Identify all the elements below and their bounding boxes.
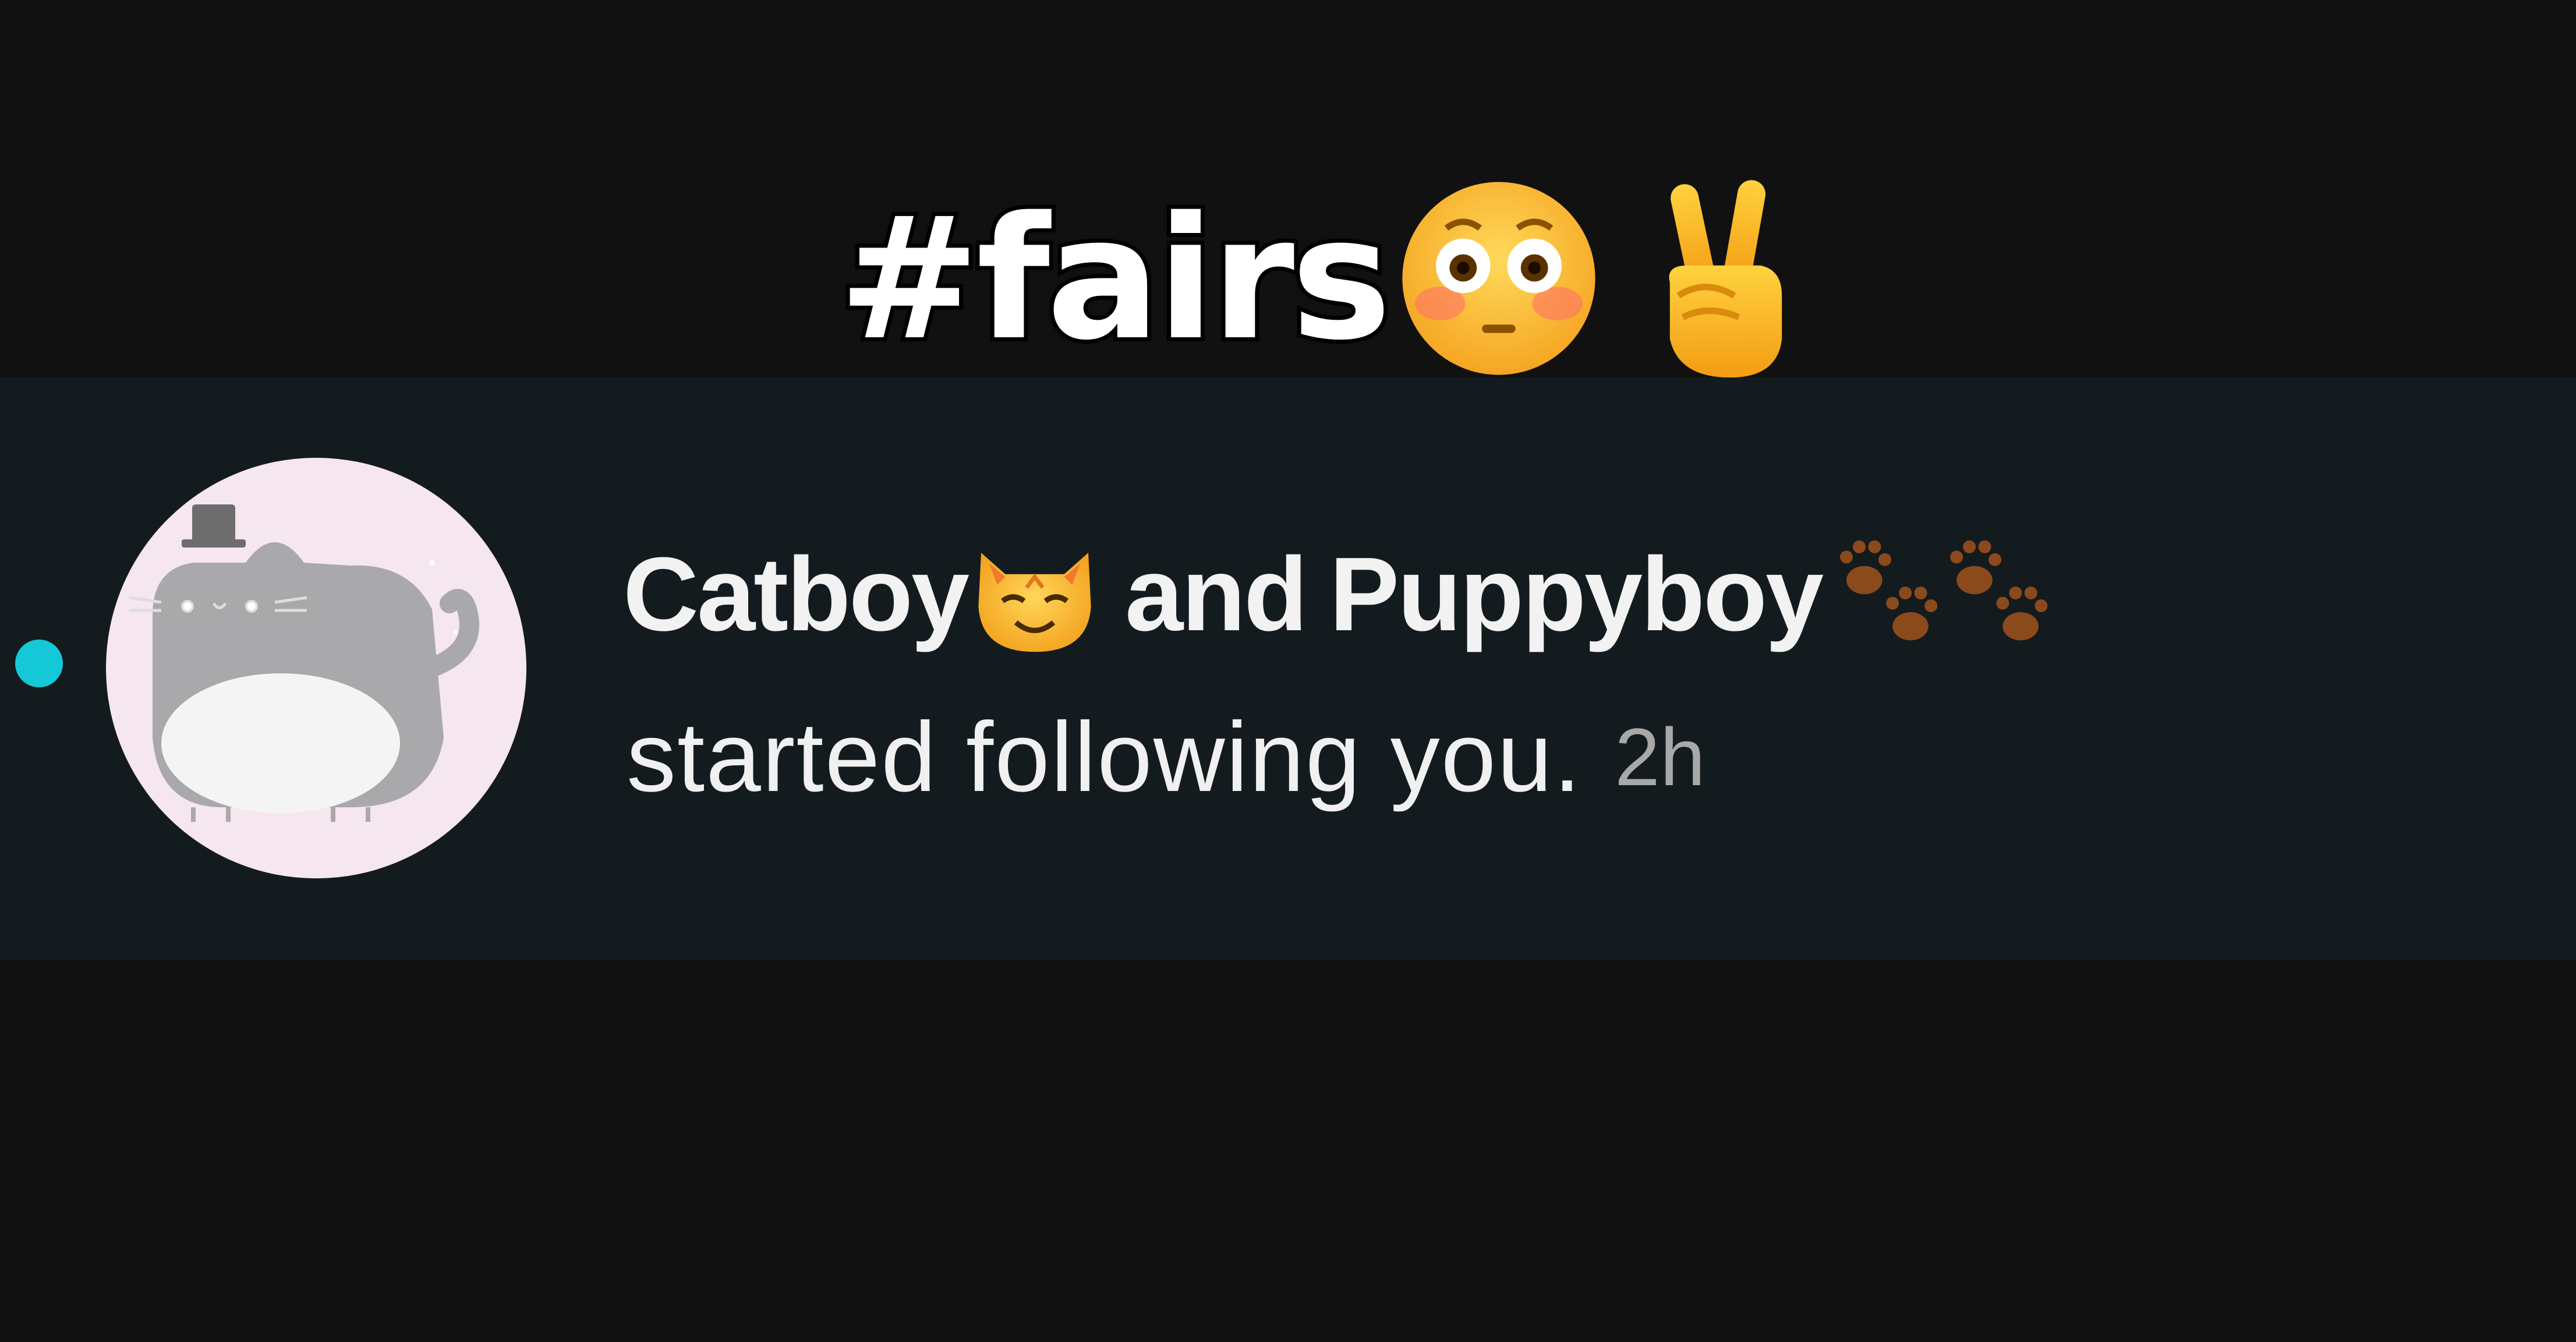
notification-usernames: Catboy and Puppyboy [623, 513, 2096, 676]
caption-hashtag: #fairs [834, 181, 1396, 377]
flushed-face-emoji-icon [1394, 174, 1604, 386]
notification-timestamp: 2h [1615, 711, 1705, 803]
screen: #fairs Catboy and Puppyboy started follo… [0, 0, 2576, 1342]
unread-indicator-icon [15, 640, 63, 687]
username-catboy[interactable]: Catboy [623, 534, 969, 655]
cat-face-emoji-icon [968, 526, 1102, 663]
cat-avatar-icon [106, 458, 526, 878]
connector-text: and [1125, 535, 1308, 653]
username-puppyboy[interactable]: Puppyboy [1329, 534, 1824, 655]
paw-prints-emoji-icon [1828, 529, 2096, 660]
video-caption: #fairs [834, 169, 1813, 390]
notification-message: started following you. [627, 702, 1582, 813]
notification-message-line: started following you. 2h [627, 687, 1705, 827]
victory-hand-emoji-icon [1639, 171, 1813, 389]
user-avatar[interactable] [106, 458, 526, 878]
